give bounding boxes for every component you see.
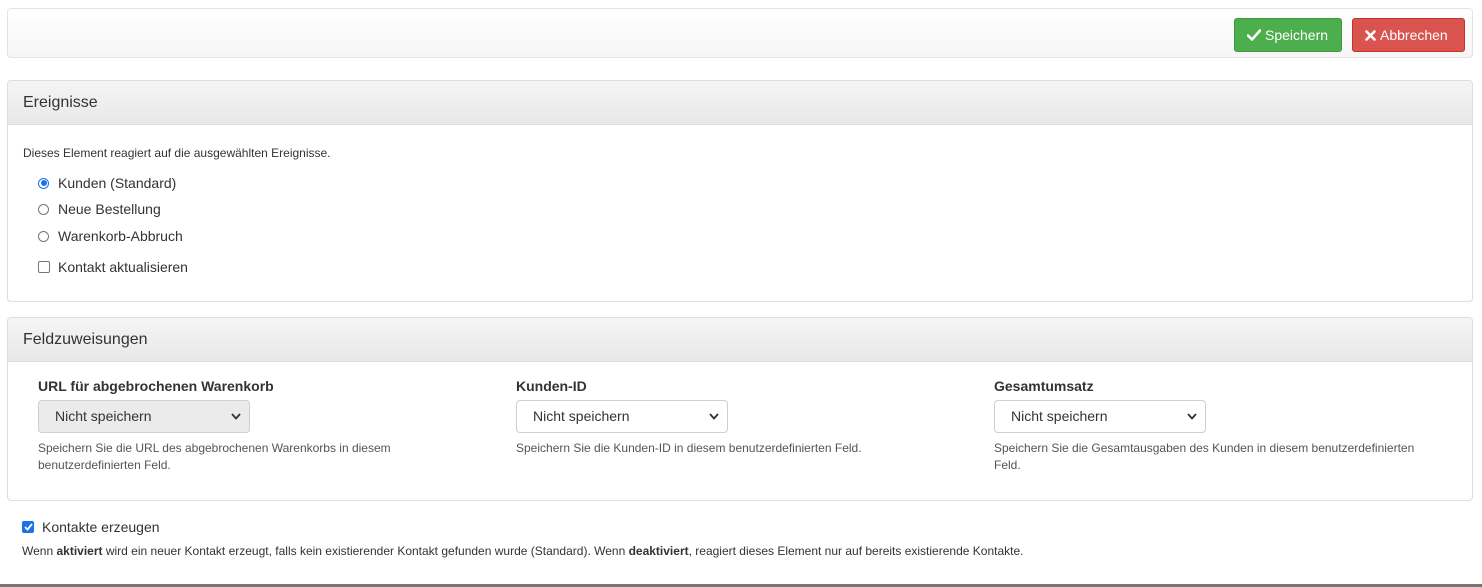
- chevron-down-icon: [1187, 413, 1197, 420]
- close-icon: [1365, 29, 1376, 41]
- cancel-button-label: Abbrechen: [1380, 27, 1448, 43]
- field-mapping-panel-title: Feldzuweisungen: [8, 318, 1472, 362]
- help-emphasis: aktiviert: [56, 544, 103, 558]
- field-abandoned-cart-url: URL für abgebrochenen Warenkorb Nicht sp…: [38, 378, 478, 474]
- field-total-revenue: Gesamtumsatz Nicht speichern Speichern S…: [994, 378, 1434, 474]
- save-button[interactable]: Speichern: [1234, 18, 1342, 52]
- event-option-label: Neue Bestellung: [58, 201, 161, 217]
- field-help: Speichern Sie die Gesamtausgaben des Kun…: [994, 441, 1415, 472]
- create-contacts-help: Wenn aktiviert wird ein neuer Kontakt er…: [22, 544, 1023, 558]
- events-panel-title: Ereignisse: [8, 81, 1472, 125]
- create-contacts-label: Kontakte erzeugen: [42, 519, 160, 535]
- select-value: Nicht speichern: [1011, 408, 1108, 424]
- event-option-warenkorb-abbruch[interactable]: Warenkorb-Abbruch: [38, 228, 183, 244]
- select-value: Nicht speichern: [55, 408, 152, 424]
- checkbox-unchecked[interactable]: [38, 261, 50, 273]
- help-emphasis: deaktiviert: [628, 544, 689, 558]
- customer-id-select[interactable]: Nicht speichern: [516, 400, 728, 433]
- checkbox-checked[interactable]: [22, 521, 34, 533]
- check-icon: [23, 523, 33, 531]
- event-option-label: Warenkorb-Abbruch: [58, 228, 183, 244]
- field-customer-id: Kunden-ID Nicht speichern Speichern Sie …: [516, 378, 956, 457]
- cancel-button[interactable]: Abbrechen: [1352, 18, 1465, 52]
- events-panel: Ereignisse Dieses Element reagiert auf d…: [7, 80, 1473, 302]
- field-help: Speichern Sie die Kunden-ID in diesem be…: [516, 441, 862, 455]
- field-label: Gesamtumsatz: [994, 378, 1094, 394]
- abandoned-cart-url-select[interactable]: Nicht speichern: [38, 400, 250, 433]
- chevron-down-icon: [231, 413, 241, 420]
- help-text: Wenn: [22, 544, 57, 558]
- check-icon: [1247, 29, 1261, 41]
- event-option-neue-bestellung[interactable]: Neue Bestellung: [38, 201, 161, 217]
- field-label: URL für abgebrochenen Warenkorb: [38, 378, 274, 394]
- chevron-down-icon: [709, 413, 719, 420]
- event-option-kunden[interactable]: Kunden (Standard): [38, 175, 176, 191]
- field-label: Kunden-ID: [516, 378, 587, 394]
- radio-unselected[interactable]: [38, 230, 49, 242]
- radio-selected[interactable]: [38, 177, 49, 189]
- save-button-label: Speichern: [1265, 27, 1329, 43]
- radio-unselected[interactable]: [38, 203, 49, 215]
- event-option-label: Kunden (Standard): [58, 175, 177, 191]
- total-revenue-select[interactable]: Nicht speichern: [994, 400, 1206, 433]
- field-help: Speichern Sie die URL des abgebrochenen …: [38, 441, 391, 472]
- action-toolbar: Speichern Abbrechen: [7, 8, 1473, 58]
- field-mapping-panel: Feldzuweisungen URL für abgebrochenen Wa…: [7, 317, 1473, 501]
- update-contact-checkbox[interactable]: Kontakt aktualisieren: [38, 259, 188, 275]
- create-contacts-checkbox[interactable]: Kontakte erzeugen: [22, 519, 160, 535]
- help-text: wird ein neuer Kontakt erzeugt, falls ke…: [102, 544, 629, 558]
- select-value: Nicht speichern: [533, 408, 630, 424]
- events-description: Dieses Element reagiert auf die ausgewäh…: [23, 146, 331, 160]
- help-text: , reagiert dieses Element nur auf bereit…: [688, 544, 1024, 558]
- update-contact-label: Kontakt aktualisieren: [58, 259, 188, 275]
